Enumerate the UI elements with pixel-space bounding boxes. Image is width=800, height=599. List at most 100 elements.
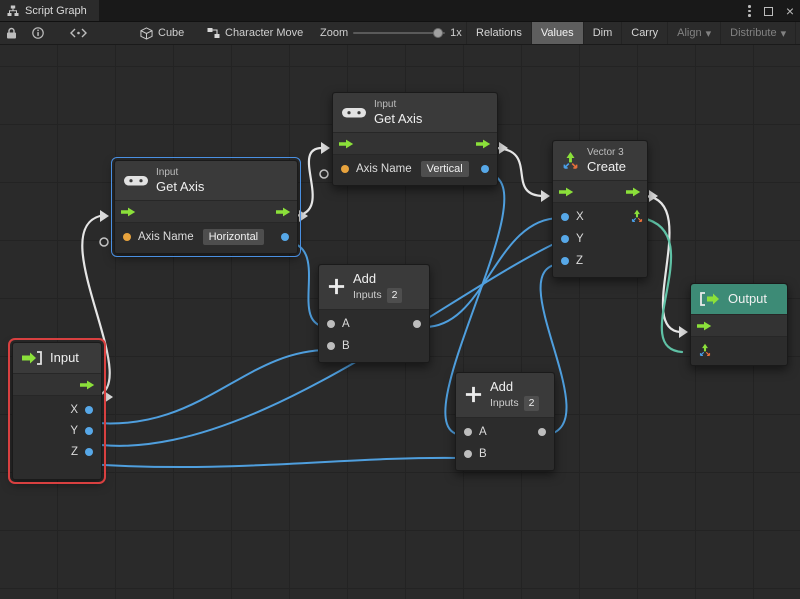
value-ports: Axis Name Horizontal <box>115 222 297 253</box>
breadcrumb-graph-label: Character Move <box>225 27 303 39</box>
port-label: Z <box>576 255 583 267</box>
distribute-dropdown[interactable]: Distribute ▾ <box>720 22 795 44</box>
close-icon[interactable]: × <box>786 4 794 18</box>
plus-icon <box>327 277 346 296</box>
input-port-dot[interactable] <box>561 235 569 243</box>
node-get-axis-horizontal[interactable]: Input Get Axis Axis Name Horizontal <box>114 160 298 254</box>
port-row-z: Z <box>553 250 647 272</box>
node-header: Input Get Axis <box>333 93 497 132</box>
zoom-to-fit-button[interactable] <box>70 22 87 44</box>
vector3-result-port-icon[interactable] <box>630 209 644 223</box>
port-label: A <box>479 426 487 438</box>
port-label: B <box>479 448 487 460</box>
graph-asset-icon <box>207 27 220 39</box>
vector3-input-port-icon[interactable] <box>698 343 712 357</box>
port-label: X <box>70 404 78 416</box>
info-icon <box>32 27 44 39</box>
zoom-label: Zoom <box>320 27 348 39</box>
input-port-dot[interactable] <box>327 342 335 350</box>
output-port-dot[interactable] <box>85 406 93 414</box>
lock-button[interactable] <box>6 22 17 44</box>
input-port-dot[interactable] <box>327 320 335 328</box>
node-header: Input Get Axis <box>115 161 297 200</box>
node-title: Get Axis <box>156 179 204 195</box>
port-label: Axis Name <box>356 163 412 175</box>
breadcrumb-object[interactable]: Cube <box>140 22 184 44</box>
cube-icon <box>140 27 153 40</box>
tab-bar: Script Graph × <box>0 0 800 22</box>
node-get-axis-vertical[interactable]: Input Get Axis Axis Name Vertical <box>332 92 498 186</box>
node-output[interactable]: Output <box>690 283 788 366</box>
chevron-down-icon: ▾ <box>781 27 787 40</box>
node-header: Add Inputs 2 <box>456 373 554 417</box>
node-add-top[interactable]: Add Inputs 2 A B <box>318 264 430 363</box>
input-port-dot[interactable] <box>464 428 472 436</box>
node-vector3-create[interactable]: Vector 3 Create X Y Z <box>552 140 648 278</box>
control-flow-row <box>13 373 101 395</box>
output-port-dot[interactable] <box>413 320 421 328</box>
input-port-dot[interactable] <box>561 213 569 221</box>
unity-script-graph-window: Script Graph × Cube <box>0 0 800 599</box>
node-title: Add <box>490 379 539 395</box>
flow-in-port[interactable] <box>559 187 574 197</box>
output-arrow-icon <box>699 292 721 306</box>
inputs-count-field[interactable]: 2 <box>387 288 403 303</box>
tab-script-graph[interactable]: Script Graph <box>0 0 99 21</box>
flow-out-port[interactable] <box>80 380 95 390</box>
plus-icon <box>464 385 483 404</box>
info-button[interactable] <box>32 22 44 44</box>
output-port-dot[interactable] <box>85 448 93 456</box>
flow-out-port[interactable] <box>276 207 291 217</box>
breadcrumb-graph[interactable]: Character Move <box>207 22 303 44</box>
control-flow-row <box>553 180 647 202</box>
overview-button[interactable]: Overv <box>795 22 800 44</box>
vector-input-row <box>691 340 787 360</box>
maximize-icon[interactable] <box>764 7 773 16</box>
flow-out-port[interactable] <box>476 139 491 149</box>
node-input[interactable]: Input X Y Z <box>12 342 102 480</box>
node-header: Add Inputs 2 <box>319 265 429 309</box>
value-ports: Axis Name Vertical <box>333 154 497 185</box>
gamepad-icon <box>123 173 149 188</box>
axis-name-field[interactable]: Vertical <box>421 161 469 177</box>
zoom-slider-handle[interactable] <box>433 28 443 38</box>
inputs-row: Inputs 2 <box>490 396 539 411</box>
string-port-dot[interactable] <box>123 233 131 241</box>
output-port-dot[interactable] <box>538 428 546 436</box>
input-port-dot[interactable] <box>464 450 472 458</box>
string-port-dot[interactable] <box>341 165 349 173</box>
axis-name-field[interactable]: Horizontal <box>203 229 265 245</box>
tab-title: Script Graph <box>25 5 87 17</box>
port-row-z: Z <box>13 441 101 462</box>
node-title: Get Axis <box>374 111 422 127</box>
flow-out-port[interactable] <box>626 187 641 197</box>
flow-in-port[interactable] <box>121 207 136 217</box>
dim-button[interactable]: Dim <box>583 22 622 44</box>
port-row-y: Y <box>553 228 647 250</box>
flow-in-port[interactable] <box>697 321 712 331</box>
port-label: X <box>576 211 584 223</box>
node-title: Create <box>587 159 626 175</box>
carry-button[interactable]: Carry <box>621 22 667 44</box>
zoom-value: 1x <box>450 27 462 39</box>
result-port-dot[interactable] <box>481 165 489 173</box>
flow-in-port[interactable] <box>339 139 354 149</box>
node-add-bottom[interactable]: Add Inputs 2 A B <box>455 372 555 471</box>
control-flow-row <box>333 132 497 154</box>
align-dropdown[interactable]: Align ▾ <box>667 22 720 44</box>
input-port-dot[interactable] <box>561 257 569 265</box>
window-controls: × <box>748 0 794 22</box>
value-ports <box>691 336 787 365</box>
gamepad-icon <box>341 105 367 120</box>
inputs-count-field[interactable]: 2 <box>524 396 540 411</box>
output-port-dot[interactable] <box>85 427 93 435</box>
chevron-down-icon: ▾ <box>706 27 712 40</box>
port-row-a: A <box>319 313 429 335</box>
kebab-menu-icon[interactable] <box>748 5 751 17</box>
port-row-b: B <box>456 443 554 465</box>
zoom-slider[interactable] <box>353 32 445 34</box>
result-port-dot[interactable] <box>281 233 289 241</box>
port-row-y: Y <box>13 420 101 441</box>
values-button[interactable]: Values <box>531 22 583 44</box>
relations-button[interactable]: Relations <box>466 22 531 44</box>
